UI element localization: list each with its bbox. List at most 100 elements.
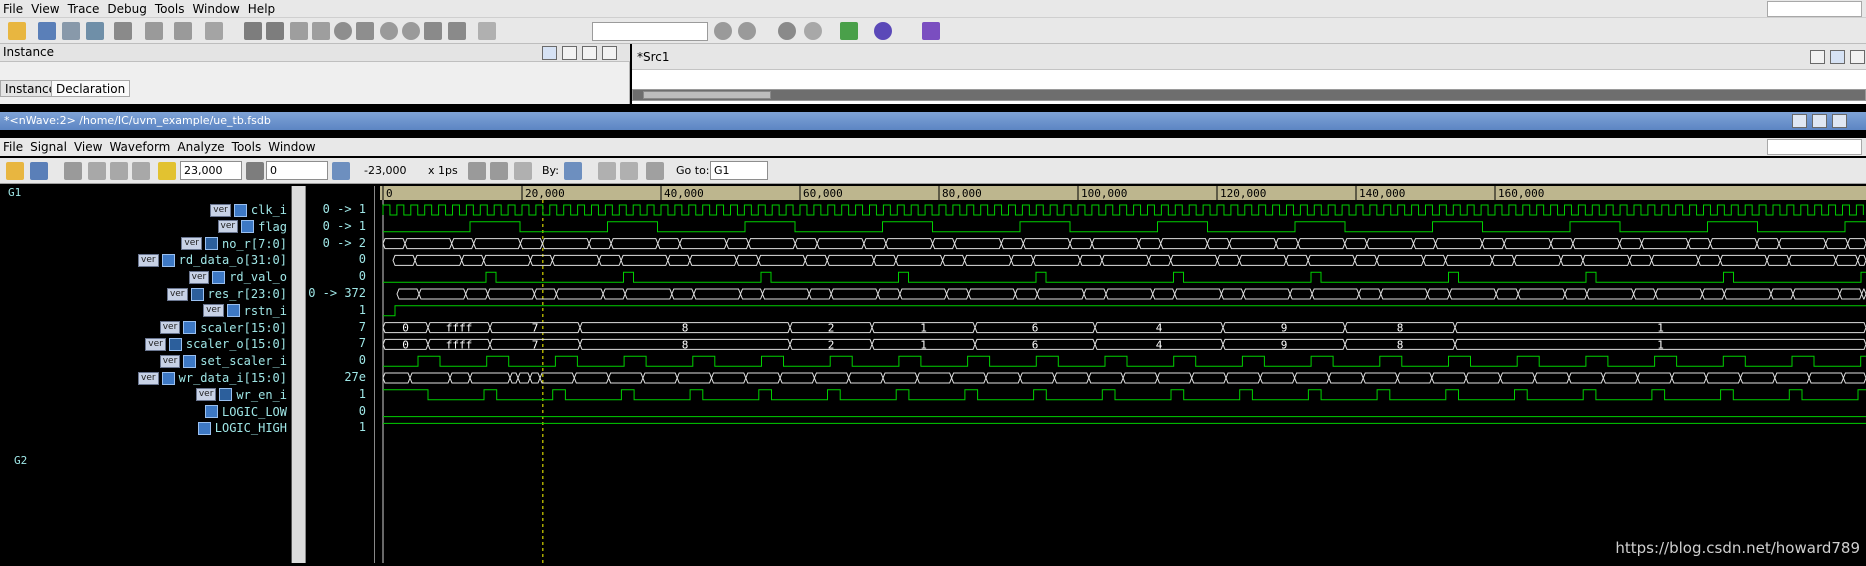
apps-icon[interactable] <box>922 22 940 40</box>
tab-declaration[interactable]: Declaration <box>51 80 130 97</box>
menu-file[interactable]: File <box>0 0 26 17</box>
signal-row[interactable]: verres_r[23:0] <box>167 286 287 302</box>
main-search-input[interactable] <box>1767 1 1862 17</box>
settings-icon[interactable] <box>804 22 822 40</box>
uvm-icon[interactable] <box>874 22 892 40</box>
schematic-icon[interactable] <box>62 22 80 40</box>
group-label[interactable]: G1 <box>8 186 21 199</box>
open-folder-icon[interactable] <box>6 162 24 180</box>
up-icon[interactable] <box>380 22 398 40</box>
down-icon[interactable] <box>402 22 420 40</box>
nwave-menu-view[interactable]: View <box>71 138 105 155</box>
port-icon <box>212 271 225 284</box>
paste-icon[interactable] <box>205 22 223 40</box>
annotation-icon[interactable] <box>646 162 664 180</box>
float-icon[interactable] <box>1850 50 1865 64</box>
cursor-time-input[interactable]: 23,000 <box>180 161 242 180</box>
driver-icon[interactable] <box>334 22 352 40</box>
float-icon[interactable] <box>562 46 577 60</box>
signal-row[interactable]: verwr_data_i[15:0] <box>138 370 287 386</box>
nwave-menu-signal[interactable]: Signal <box>27 138 70 155</box>
signal-row[interactable]: verno_r[7:0] <box>181 236 287 252</box>
search-by-icon[interactable] <box>564 162 582 180</box>
goto-select[interactable]: G1 <box>710 161 768 180</box>
settings-icon[interactable] <box>1792 114 1807 128</box>
menu-debug[interactable]: Debug <box>104 0 149 17</box>
arrow-right-icon[interactable] <box>312 22 330 40</box>
scrollbar-thumb[interactable] <box>643 91 771 99</box>
pane-splitter[interactable] <box>292 186 306 563</box>
zoom-out-icon[interactable] <box>468 162 486 180</box>
cursor-icon[interactable] <box>158 162 176 180</box>
back-trace-icon[interactable] <box>244 22 262 40</box>
nwave-search-input[interactable] <box>1767 139 1862 155</box>
prev-icon[interactable] <box>598 162 616 180</box>
nwave-menu-tools[interactable]: Tools <box>229 138 265 155</box>
minimize-icon[interactable] <box>582 46 597 60</box>
pin-icon[interactable] <box>542 46 557 60</box>
signal-row[interactable]: verwr_en_i <box>196 387 287 403</box>
open-folder-icon[interactable] <box>8 22 26 40</box>
add-signal-icon[interactable] <box>840 22 858 40</box>
copy-icon[interactable] <box>145 22 163 40</box>
verilog-tag: ver <box>181 237 202 250</box>
marker-time-input[interactable]: 0 <box>266 161 328 180</box>
copy-icon[interactable] <box>110 162 128 180</box>
maximize-icon[interactable] <box>602 46 617 60</box>
search-combo[interactable] <box>592 22 708 41</box>
signal-row[interactable]: verscaler_o[15:0] <box>145 336 287 352</box>
nwave-menu-analyze[interactable]: Analyze <box>174 138 227 155</box>
signal-row[interactable]: verset_scaler_i <box>160 353 287 369</box>
source-horizontal-scrollbar[interactable] <box>632 89 1866 101</box>
add-icon[interactable] <box>478 22 496 40</box>
undo-icon[interactable] <box>64 162 82 180</box>
signal-row[interactable]: LOGIC_LOW <box>205 404 287 420</box>
arrow-left-icon[interactable] <box>290 22 308 40</box>
pin-icon[interactable] <box>1830 50 1845 64</box>
next-icon[interactable] <box>620 162 638 180</box>
instance-icon[interactable] <box>448 22 466 40</box>
nwave-menu-file[interactable]: File <box>0 138 26 155</box>
tree-icon[interactable] <box>86 22 104 40</box>
select-icon[interactable] <box>114 22 132 40</box>
nwave-menu-waveform[interactable]: Waveform <box>106 138 173 155</box>
waveform-pane[interactable]: 020,00040,00060,00080,000100,000120,0001… <box>380 186 1866 563</box>
pin-icon[interactable] <box>1812 114 1827 128</box>
load-icon[interactable] <box>356 22 374 40</box>
cut-icon[interactable] <box>88 162 106 180</box>
menu-trace[interactable]: Trace <box>65 0 103 17</box>
port-icon <box>241 220 254 233</box>
marker-icon[interactable] <box>246 162 264 180</box>
signal-row[interactable]: verscaler[15:0] <box>160 320 287 336</box>
forward-trace-icon[interactable] <box>266 22 284 40</box>
delta-icon[interactable] <box>332 162 350 180</box>
menu-view[interactable]: View <box>28 0 62 17</box>
signal-row[interactable]: verflag <box>218 219 287 235</box>
waveform-canvas[interactable]: 020,00040,00060,00080,000100,000120,0001… <box>380 186 1866 563</box>
edit-icon[interactable] <box>174 22 192 40</box>
zoom-fit-icon[interactable] <box>514 162 532 180</box>
paste-icon[interactable] <box>132 162 150 180</box>
menu-window[interactable]: Window <box>189 0 242 17</box>
nwave-menu-window[interactable]: Window <box>265 138 318 155</box>
signal-row[interactable]: verrd_data_o[31:0] <box>138 252 287 268</box>
signal-row[interactable]: verrstn_i <box>203 303 287 319</box>
reload-icon[interactable] <box>30 162 48 180</box>
bus-value: 9 <box>1281 322 1288 335</box>
group-label[interactable]: G2 <box>14 454 27 467</box>
settings-icon[interactable] <box>1810 50 1825 64</box>
find-icon[interactable] <box>714 22 732 40</box>
module-icon[interactable] <box>424 22 442 40</box>
find-next-icon[interactable] <box>738 22 756 40</box>
signal-name: scaler_o[15:0] <box>186 337 287 351</box>
menu-tools[interactable]: Tools <box>152 0 188 17</box>
event-icon[interactable] <box>778 22 796 40</box>
float-icon[interactable] <box>1832 114 1847 128</box>
signal-row[interactable]: LOGIC_HIGH <box>198 420 287 436</box>
signal-row[interactable]: verrd_val_o <box>189 269 287 285</box>
zoom-in-icon[interactable] <box>490 162 508 180</box>
menu-help[interactable]: Help <box>245 0 278 17</box>
hierarchy-icon[interactable] <box>38 22 56 40</box>
signal-row[interactable]: verclk_i <box>210 202 287 218</box>
bus-value: 7 <box>532 338 539 351</box>
